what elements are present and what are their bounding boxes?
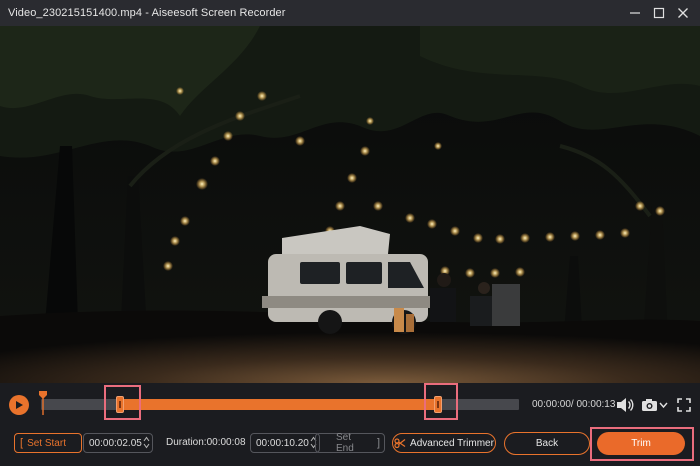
start-time-up-icon[interactable] xyxy=(143,436,150,442)
time-readout: 00:00:00/ 00:00:13 xyxy=(532,399,616,410)
start-time-value: 00:00:02.05 xyxy=(89,437,142,449)
snapshot-camera-icon[interactable] xyxy=(641,396,658,414)
advanced-trimmer-button[interactable]: Advanced Trimmer xyxy=(392,433,496,453)
end-time-input[interactable]: 00:00:10.20 xyxy=(250,433,320,453)
trim-label: Trim xyxy=(631,438,651,449)
back-label: Back xyxy=(535,438,559,449)
back-button[interactable]: Back xyxy=(504,432,590,455)
duration-label: Duration:00:00:08 xyxy=(166,437,246,448)
trim-controls-row: [ Set Start 00:00:02.05 Duration:00:00:0… xyxy=(0,427,700,466)
window-title: Video_230215151400.mp4 - Aiseesoft Scree… xyxy=(8,7,286,19)
bracket-open-icon: [ xyxy=(20,437,24,449)
scissors-icon xyxy=(394,438,406,448)
title-bar: Video_230215151400.mp4 - Aiseesoft Scree… xyxy=(0,0,700,26)
highlight-box-end xyxy=(424,383,458,420)
play-button[interactable] xyxy=(9,395,29,415)
trim-button[interactable]: Trim xyxy=(597,432,685,455)
set-end-button[interactable]: Set End ] xyxy=(315,432,385,454)
set-end-label: Set End xyxy=(336,432,354,454)
timeline-row: 00:00:00/ 00:00:13 xyxy=(0,383,700,427)
video-preview[interactable] xyxy=(0,26,700,383)
fullscreen-icon[interactable] xyxy=(677,396,691,414)
play-icon xyxy=(16,401,23,409)
set-start-button[interactable]: [ Set Start xyxy=(14,433,82,453)
start-time-down-icon[interactable] xyxy=(143,443,150,449)
chevron-down-icon[interactable] xyxy=(659,396,668,414)
end-time-value: 00:00:10.20 xyxy=(256,437,309,449)
start-time-input[interactable]: 00:00:02.05 xyxy=(83,433,153,453)
volume-icon[interactable] xyxy=(616,396,634,414)
highlight-box-start xyxy=(104,385,141,420)
advanced-trimmer-label: Advanced Trimmer xyxy=(410,437,494,449)
video-frame-scene xyxy=(0,26,700,383)
minimize-icon[interactable] xyxy=(624,3,646,23)
playhead-marker[interactable] xyxy=(39,391,47,415)
maximize-icon[interactable] xyxy=(648,3,670,23)
set-start-label: Set Start xyxy=(27,437,66,449)
close-icon[interactable] xyxy=(672,3,694,23)
trim-selection xyxy=(119,399,437,410)
bracket-close-icon: ] xyxy=(376,437,380,449)
